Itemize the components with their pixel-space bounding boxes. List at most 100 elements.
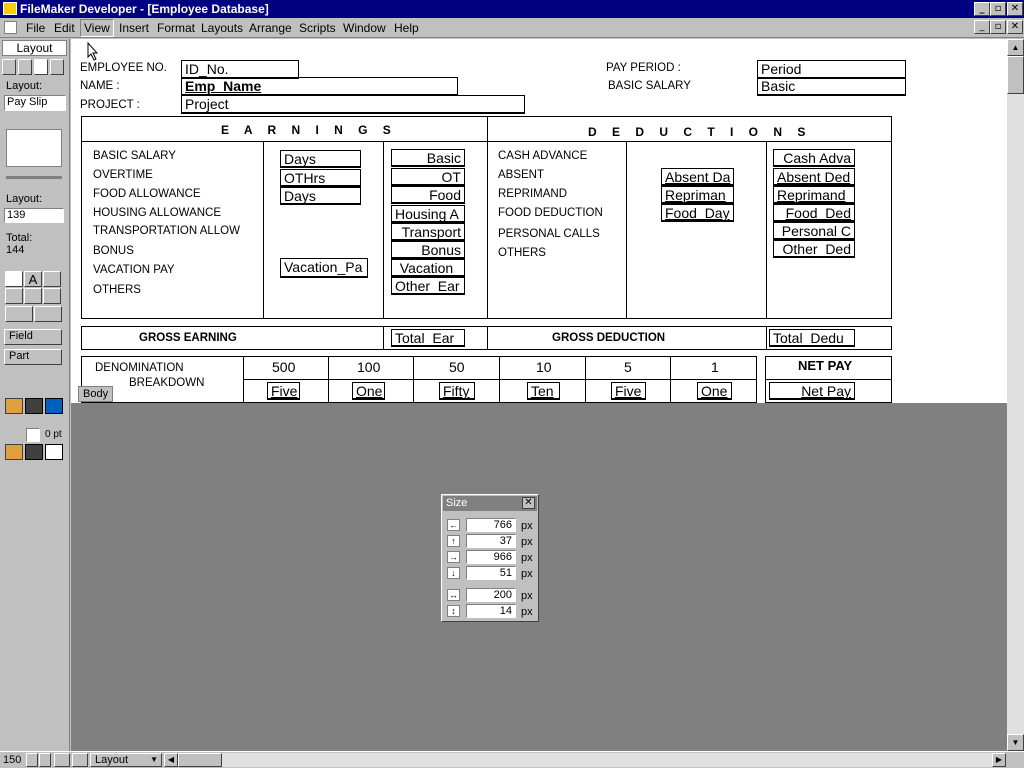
rounded-rect-tool-icon[interactable] (24, 288, 42, 304)
zoom-in-icon[interactable] (39, 753, 51, 767)
pen-icon[interactable] (6, 428, 18, 442)
top-position-field[interactable]: 37 (466, 534, 516, 548)
rectangle-tool-icon[interactable] (5, 288, 23, 304)
denomination-count-field[interactable]: Fifty (439, 382, 475, 400)
doc-minimize-button[interactable]: _ (974, 20, 990, 34)
line-tool-icon[interactable] (43, 271, 61, 287)
name-field[interactable]: Emp_Name (181, 77, 458, 96)
deduction-qty-field[interactable]: Repriman (661, 186, 734, 204)
menu-format[interactable]: Format (157, 21, 195, 35)
menu-arrange[interactable]: Arrange (249, 21, 292, 35)
status-toggle-icon[interactable] (54, 753, 70, 767)
denomination-count-field[interactable]: One (352, 382, 385, 400)
deduction-amount-field[interactable]: Food_Ded (773, 204, 855, 222)
deduction-amount-field[interactable]: Other_Ded (773, 240, 855, 258)
portal-tool-icon[interactable] (34, 306, 62, 322)
pen-pattern-icon[interactable] (25, 444, 43, 460)
left-position-field[interactable]: 766 (466, 518, 516, 532)
menu-file[interactable]: File (26, 21, 45, 35)
oval-tool-icon[interactable] (43, 288, 61, 304)
book-icon[interactable] (6, 129, 62, 167)
scroll-right-button[interactable]: ▶ (992, 753, 1006, 767)
deduction-amount-field[interactable]: Absent Ded (773, 168, 855, 186)
preview-mode-icon[interactable] (50, 59, 64, 75)
size-palette[interactable]: Size ✕ ← 766 px ↑ 37 px → 966 px ↓ 51 px… (441, 494, 539, 622)
denomination-count-field[interactable]: One (697, 382, 732, 400)
size-palette-close-button[interactable]: ✕ (522, 497, 535, 509)
gross-deduction-label: GROSS DEDUCTION (552, 332, 666, 344)
color-palette-icon[interactable] (5, 398, 23, 414)
menu-window[interactable]: Window (343, 21, 386, 35)
earning-amount-field[interactable]: OT (391, 168, 465, 186)
gross-deduction-field[interactable]: Total_Dedu (769, 329, 855, 347)
menu-help[interactable]: Help (394, 21, 419, 35)
earning-amount-field[interactable]: Transport (391, 223, 465, 241)
app-icon (3, 2, 17, 15)
part-tool-button[interactable]: Part (4, 349, 62, 365)
deduction-amount-field[interactable]: Cash Adva (773, 149, 855, 167)
menu-layouts[interactable]: Layouts (201, 21, 243, 35)
fill-bucket-icon[interactable] (6, 379, 18, 393)
denomination-count-field[interactable]: Ten (527, 382, 560, 400)
minimize-button[interactable]: _ (974, 2, 990, 16)
button-tool-icon[interactable] (5, 306, 33, 322)
scroll-thumb[interactable] (1007, 56, 1024, 94)
earning-amount-field[interactable]: Food (391, 186, 465, 204)
doc-close-button[interactable]: ✕ (1007, 20, 1023, 34)
pattern-icon[interactable] (25, 398, 43, 414)
menu-insert[interactable]: Insert (119, 21, 149, 35)
vertical-scrollbar[interactable]: ▲ ▼ (1007, 39, 1024, 751)
line-color-box[interactable] (26, 428, 40, 442)
restore-button[interactable]: ▫ (990, 2, 1006, 16)
earning-qty-field[interactable]: Vacation_Pa (280, 258, 368, 278)
earning-qty-field[interactable]: Days (280, 150, 361, 168)
horizontal-scroll-track[interactable] (222, 753, 992, 767)
menu-scripts[interactable]: Scripts (299, 21, 336, 35)
bottom-position-field[interactable]: 51 (466, 566, 516, 580)
line-width-icon[interactable] (45, 444, 63, 460)
earning-amount-field[interactable]: Other_Ear (391, 277, 465, 295)
doc-restore-button[interactable]: ▫ (990, 20, 1006, 34)
denomination-count-field[interactable]: Five (611, 382, 646, 400)
earning-qty-field[interactable]: Days (280, 187, 361, 205)
deduction-amount-field[interactable]: Reprimand (773, 186, 855, 204)
gross-earning-field[interactable]: Total_Ear (391, 329, 465, 347)
zoom-out-icon[interactable] (26, 753, 38, 767)
layout-mode-icon[interactable] (34, 59, 48, 75)
deduction-qty-field[interactable]: Food_Day (661, 204, 734, 222)
project-field[interactable]: Project (181, 95, 525, 114)
menu-view[interactable]: View (80, 19, 114, 37)
effects-icon[interactable] (45, 398, 63, 414)
field-tool-button[interactable]: Field (4, 329, 62, 345)
earning-amount-field[interactable]: Bonus (391, 241, 465, 259)
net-pay-field[interactable]: Net Pay (769, 382, 855, 400)
earning-qty-field[interactable]: OTHrs (280, 169, 361, 187)
pen-color-icon[interactable] (5, 444, 23, 460)
right-position-field[interactable]: 966 (466, 550, 516, 564)
browse-mode-icon[interactable] (2, 59, 16, 75)
height-field[interactable]: 14 (466, 604, 516, 618)
close-button[interactable]: ✕ (1007, 2, 1023, 16)
part-label-toggle-icon[interactable] (72, 753, 88, 767)
earning-amount-field[interactable]: Housing A (391, 205, 465, 223)
find-mode-icon[interactable] (18, 59, 32, 75)
text-tool-icon[interactable]: A (24, 271, 42, 287)
deduction-qty-field[interactable]: Absent Da (661, 168, 734, 186)
scroll-up-button[interactable]: ▲ (1007, 39, 1024, 56)
layout-select[interactable]: Pay Slip (4, 95, 66, 111)
width-field[interactable]: 200 (466, 588, 516, 602)
body-part-tag[interactable]: Body (78, 386, 114, 402)
denomination-count-field[interactable]: Five (267, 382, 300, 400)
basic-salary-header-field[interactable]: Basic (757, 77, 906, 96)
deduction-amount-field[interactable]: Personal C (773, 222, 855, 240)
layout-number-field[interactable]: 139 (4, 208, 64, 223)
horizontal-scroll-thumb[interactable] (178, 753, 222, 767)
menu-edit[interactable]: Edit (54, 21, 75, 35)
scroll-left-button[interactable]: ◀ (164, 753, 178, 767)
mode-select[interactable]: Layout ▼ (90, 753, 162, 767)
pointer-tool-icon[interactable] (5, 271, 23, 287)
earning-amount-field[interactable]: Vacation_ (391, 259, 465, 277)
earning-amount-field[interactable]: Basic (391, 149, 465, 167)
layout-slider[interactable] (6, 176, 62, 179)
scroll-down-button[interactable]: ▼ (1007, 734, 1024, 751)
